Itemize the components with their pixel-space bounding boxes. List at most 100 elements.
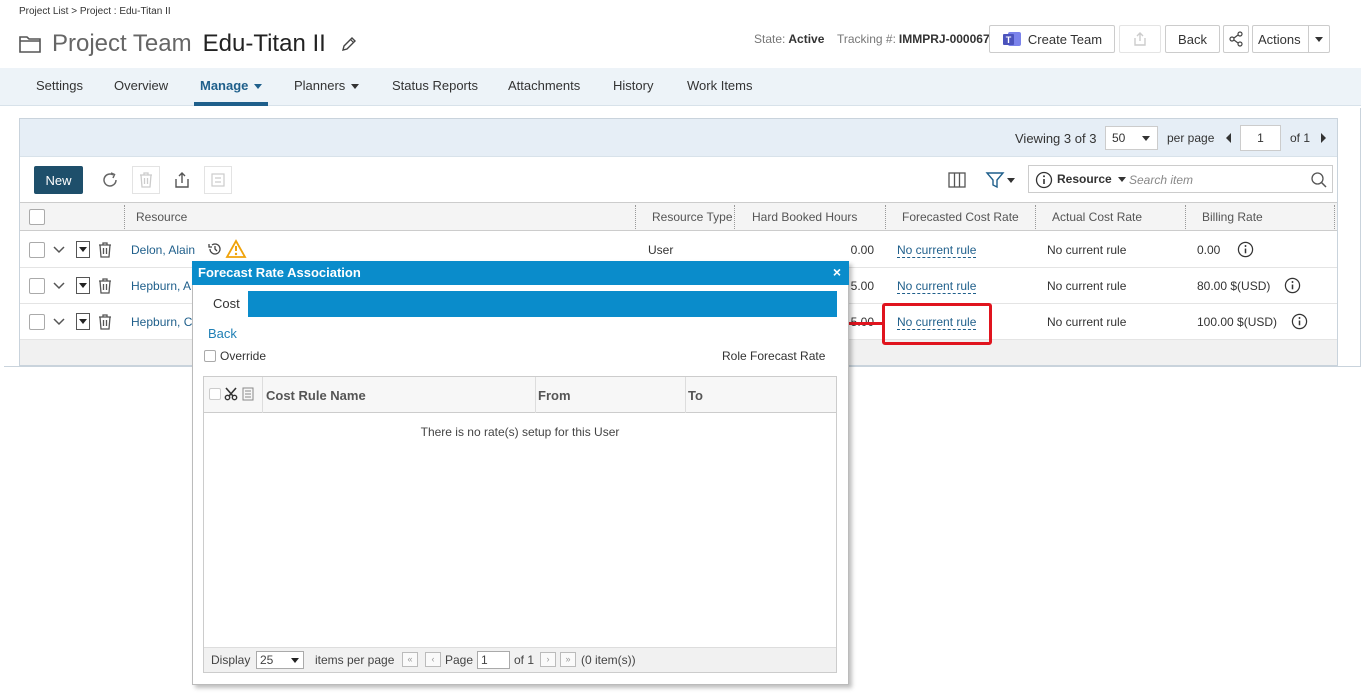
tab-cost[interactable]: Cost <box>202 292 248 316</box>
list-icon[interactable] <box>242 387 254 401</box>
select-all-checkbox[interactable] <box>29 209 45 225</box>
chevron-down-icon <box>1142 136 1150 141</box>
history-icon[interactable] <box>207 241 223 257</box>
export-icon <box>175 172 189 188</box>
column-resize-handle[interactable] <box>1334 205 1336 229</box>
new-button[interactable]: New <box>34 166 83 194</box>
tab-settings[interactable]: Settings <box>36 78 83 93</box>
select-all-checkbox[interactable] <box>209 388 221 400</box>
info-icon <box>1035 171 1053 189</box>
override-option[interactable]: Override <box>204 349 266 363</box>
column-header-billing-rate[interactable]: Billing Rate <box>1202 210 1263 224</box>
per-page-select[interactable]: 50 <box>1105 126 1158 150</box>
close-icon[interactable]: × <box>833 264 841 280</box>
edit-pencil-icon[interactable] <box>340 35 358 53</box>
filter-button[interactable] <box>985 170 1015 190</box>
form-button[interactable] <box>204 166 232 194</box>
actions-label: Actions <box>1258 31 1301 47</box>
column-resize-handle[interactable] <box>1035 205 1037 229</box>
resource-link[interactable]: Hepburn, C <box>131 315 192 329</box>
prev-page-icon[interactable] <box>1226 133 1231 143</box>
search-input[interactable]: Search item <box>1129 173 1193 187</box>
prev-page-button[interactable]: ‹ <box>425 652 441 667</box>
tab-status-reports[interactable]: Status Reports <box>392 78 478 93</box>
column-resize-handle[interactable] <box>635 205 637 229</box>
warning-icon[interactable] <box>225 239 247 259</box>
tab-overview[interactable]: Overview <box>114 78 168 93</box>
page-size-select[interactable]: 25 <box>256 651 304 669</box>
grid-header: Resource Resource Type Hard Booked Hours… <box>20 202 1337 231</box>
dialog-title-bar[interactable]: Forecast Rate Association × <box>192 261 849 285</box>
column-header-cost-rule-name[interactable]: Cost Rule Name <box>266 388 366 403</box>
column-resize-handle[interactable] <box>734 205 736 229</box>
column-header-from[interactable]: From <box>538 388 571 403</box>
trash-icon[interactable] <box>97 241 113 259</box>
per-page-value: 50 <box>1112 131 1126 145</box>
row-menu-button[interactable] <box>76 313 90 330</box>
chevron-down-icon <box>79 247 87 252</box>
info-icon[interactable] <box>1284 277 1301 294</box>
create-team-button[interactable]: T Create Team <box>989 25 1115 53</box>
tab-work-items[interactable]: Work Items <box>687 78 753 93</box>
dialog-back-link[interactable]: Back <box>208 326 237 341</box>
column-header-actual-cost-rate[interactable]: Actual Cost Rate <box>1052 210 1142 224</box>
display-label: Display <box>211 653 251 667</box>
column-header-hard-booked-hours[interactable]: Hard Booked Hours <box>752 210 857 224</box>
info-icon[interactable] <box>1237 241 1254 258</box>
column-header-resource-type[interactable]: Resource Type <box>652 210 733 224</box>
refresh-icon <box>103 172 117 187</box>
expand-chevron-icon[interactable] <box>52 316 66 328</box>
forecasted-cost-rate-link[interactable]: No current rule <box>897 243 977 258</box>
tracking-indicator: Tracking #: IMMPRJ-000067 <box>837 32 990 46</box>
last-page-button[interactable]: » <box>560 652 576 667</box>
override-checkbox[interactable] <box>204 350 216 362</box>
tab-planners-label: Planners <box>294 78 346 93</box>
expand-chevron-icon[interactable] <box>52 280 66 292</box>
page-number-input[interactable]: 1 <box>1240 125 1281 151</box>
scissors-icon[interactable] <box>224 387 238 401</box>
export-button[interactable] <box>1119 25 1161 53</box>
actual-cost-rate: No current rule <box>1047 243 1127 257</box>
info-icon[interactable] <box>1291 313 1308 330</box>
row-checkbox[interactable] <box>29 242 45 258</box>
tab-history[interactable]: History <box>613 78 653 93</box>
page-number-input[interactable]: 1 <box>477 651 510 669</box>
actions-menu-button[interactable]: Actions <box>1252 25 1330 53</box>
next-page-button[interactable]: › <box>540 652 556 667</box>
column-resize-handle[interactable] <box>885 205 887 229</box>
resource-link[interactable]: Delon, Alain <box>131 243 195 257</box>
first-page-button[interactable]: « <box>402 652 418 667</box>
row-checkbox[interactable] <box>29 314 45 330</box>
row-checkbox[interactable] <box>29 278 45 294</box>
export-grid-button[interactable] <box>168 166 196 194</box>
forecasted-cost-rate-link[interactable]: No current rule <box>897 279 977 294</box>
delete-button[interactable] <box>132 166 160 194</box>
row-menu-button[interactable] <box>76 277 90 294</box>
row-menu-button[interactable] <box>76 241 90 258</box>
back-button[interactable]: Back <box>1165 25 1220 53</box>
tab-manage[interactable]: Manage <box>200 78 263 93</box>
column-resize-handle[interactable] <box>124 205 126 229</box>
search-box[interactable]: Resource Search item <box>1028 165 1333 193</box>
columns-button[interactable] <box>946 170 968 193</box>
share-button[interactable] <box>1223 25 1249 53</box>
search-field-select[interactable]: Resource <box>1057 172 1126 186</box>
column-resize-handle[interactable] <box>1185 205 1187 229</box>
search-icon[interactable] <box>1310 171 1328 189</box>
column-header-resource[interactable]: Resource <box>136 210 187 224</box>
chevron-down-icon <box>291 658 299 663</box>
next-page-icon[interactable] <box>1321 133 1326 143</box>
trash-icon[interactable] <box>97 277 113 295</box>
trash-icon[interactable] <box>97 313 113 331</box>
column-divider <box>535 377 536 413</box>
resource-link[interactable]: Hepburn, A <box>131 279 191 293</box>
column-header-forecasted-cost-rate[interactable]: Forecasted Cost Rate <box>902 210 1019 224</box>
expand-chevron-icon[interactable] <box>52 244 66 256</box>
tab-attachments[interactable]: Attachments <box>508 78 580 93</box>
cost-tab-bar <box>248 291 837 317</box>
tab-planners[interactable]: Planners <box>294 78 360 93</box>
refresh-button[interactable] <box>96 166 124 194</box>
viewing-label: Viewing <box>1015 131 1061 146</box>
role-forecast-rate-label: Role Forecast Rate <box>722 349 826 363</box>
column-header-to[interactable]: To <box>688 388 703 403</box>
